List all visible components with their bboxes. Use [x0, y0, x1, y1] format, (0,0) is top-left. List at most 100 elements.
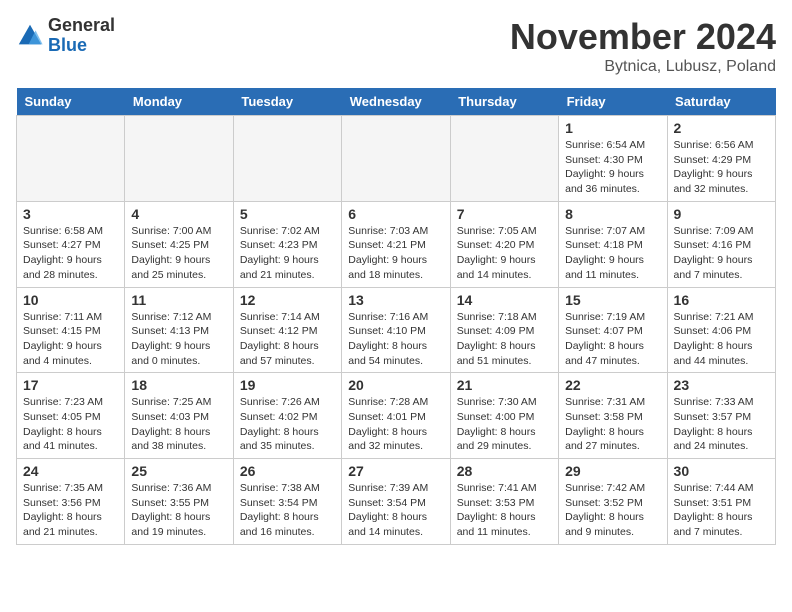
day-number: 2: [674, 120, 769, 136]
calendar-cell: 15Sunrise: 7:19 AM Sunset: 4:07 PM Dayli…: [559, 287, 667, 373]
calendar-cell: 12 Sunrise: 7:14 AM Sunset: 4:12 PM Dayli…: [233, 287, 341, 373]
calendar-cell: 27 Sunrise: 7:39 AM Sunset: 3:54 PM Dayli…: [342, 459, 450, 545]
day-number: 6: [348, 206, 443, 222]
day-info: Sunrise: 7:18 AM Sunset: 4:09 PM Dayligh…: [457, 310, 552, 369]
logo-icon: [16, 22, 44, 50]
day-of-week-header: Sunday: [17, 88, 125, 116]
calendar-cell: 2 Sunrise: 6:56 AM Sunset: 4:29 PM Daylig…: [667, 116, 775, 202]
calendar-cell: 6 Sunrise: 7:03 AM Sunset: 4:21 PM Daylig…: [342, 201, 450, 287]
day-number: 26: [240, 463, 335, 479]
day-number: 22: [565, 377, 660, 393]
day-number: 12: [240, 292, 335, 308]
calendar-cell: 4Sunrise: 7:00 AM Sunset: 4:25 PM Daylig…: [125, 201, 233, 287]
day-info: Sunrise: 7:28 AM Sunset: 4:01 PM Dayligh…: [348, 395, 443, 454]
calendar-cell: 14 Sunrise: 7:18 AM Sunset: 4:09 PM Dayli…: [450, 287, 558, 373]
day-info: Sunrise: 7:11 AM Sunset: 4:15 PM Dayligh…: [23, 310, 118, 369]
month-title: November 2024: [510, 16, 776, 58]
calendar-cell: 24Sunrise: 7:35 AM Sunset: 3:56 PM Dayli…: [17, 459, 125, 545]
day-number: 5: [240, 206, 335, 222]
day-number: 28: [457, 463, 552, 479]
day-info: Sunrise: 7:07 AM Sunset: 4:18 PM Dayligh…: [565, 224, 660, 283]
calendar-cell: [125, 116, 233, 202]
day-info: Sunrise: 7:03 AM Sunset: 4:21 PM Dayligh…: [348, 224, 443, 283]
calendar-cell: 17 Sunrise: 7:23 AM Sunset: 4:05 PM Dayli…: [17, 373, 125, 459]
calendar-cell: 25Sunrise: 7:36 AM Sunset: 3:55 PM Dayli…: [125, 459, 233, 545]
days-header-row: SundayMondayTuesdayWednesdayThursdayFrid…: [17, 88, 776, 116]
day-number: 21: [457, 377, 552, 393]
day-number: 13: [348, 292, 443, 308]
day-number: 17: [23, 377, 118, 393]
day-info: Sunrise: 7:09 AM Sunset: 4:16 PM Dayligh…: [674, 224, 769, 283]
day-number: 25: [131, 463, 226, 479]
day-info: Sunrise: 7:38 AM Sunset: 3:54 PM Dayligh…: [240, 481, 335, 540]
logo: General Blue: [16, 16, 115, 56]
day-number: 24: [23, 463, 118, 479]
calendar-cell: [342, 116, 450, 202]
day-info: Sunrise: 7:21 AM Sunset: 4:06 PM Dayligh…: [674, 310, 769, 369]
calendar-cell: 21Sunrise: 7:30 AM Sunset: 4:00 PM Dayli…: [450, 373, 558, 459]
calendar-cell: [233, 116, 341, 202]
day-number: 10: [23, 292, 118, 308]
calendar-cell: 23 Sunrise: 7:33 AM Sunset: 3:57 PM Dayli…: [667, 373, 775, 459]
calendar-cell: 7Sunrise: 7:05 AM Sunset: 4:20 PM Daylig…: [450, 201, 558, 287]
day-number: 16: [674, 292, 769, 308]
calendar-week-row: 24Sunrise: 7:35 AM Sunset: 3:56 PM Dayli…: [17, 459, 776, 545]
calendar-cell: 20 Sunrise: 7:28 AM Sunset: 4:01 PM Dayli…: [342, 373, 450, 459]
calendar-week-row: 10 Sunrise: 7:11 AM Sunset: 4:15 PM Dayli…: [17, 287, 776, 373]
day-number: 9: [674, 206, 769, 222]
calendar-table: SundayMondayTuesdayWednesdayThursdayFrid…: [16, 88, 776, 545]
day-info: Sunrise: 7:31 AM Sunset: 3:58 PM Dayligh…: [565, 395, 660, 454]
day-number: 14: [457, 292, 552, 308]
day-info: Sunrise: 6:58 AM Sunset: 4:27 PM Dayligh…: [23, 224, 118, 283]
day-number: 23: [674, 377, 769, 393]
day-number: 8: [565, 206, 660, 222]
calendar-week-row: 3 Sunrise: 6:58 AM Sunset: 4:27 PM Daylig…: [17, 201, 776, 287]
day-of-week-header: Saturday: [667, 88, 775, 116]
day-info: Sunrise: 7:05 AM Sunset: 4:20 PM Dayligh…: [457, 224, 552, 283]
day-info: Sunrise: 7:25 AM Sunset: 4:03 PM Dayligh…: [131, 395, 226, 454]
title-area: November 2024 Bytnica, Lubusz, Poland: [510, 16, 776, 76]
day-number: 19: [240, 377, 335, 393]
day-info: Sunrise: 7:23 AM Sunset: 4:05 PM Dayligh…: [23, 395, 118, 454]
calendar-cell: 1Sunrise: 6:54 AM Sunset: 4:30 PM Daylig…: [559, 116, 667, 202]
calendar-cell: 29Sunrise: 7:42 AM Sunset: 3:52 PM Dayli…: [559, 459, 667, 545]
logo-blue: Blue: [48, 35, 87, 55]
day-info: Sunrise: 7:14 AM Sunset: 4:12 PM Dayligh…: [240, 310, 335, 369]
day-number: 15: [565, 292, 660, 308]
day-info: Sunrise: 7:39 AM Sunset: 3:54 PM Dayligh…: [348, 481, 443, 540]
day-info: Sunrise: 7:41 AM Sunset: 3:53 PM Dayligh…: [457, 481, 552, 540]
calendar-cell: 18 Sunrise: 7:25 AM Sunset: 4:03 PM Dayli…: [125, 373, 233, 459]
day-info: Sunrise: 7:44 AM Sunset: 3:51 PM Dayligh…: [674, 481, 769, 540]
day-of-week-header: Monday: [125, 88, 233, 116]
day-number: 30: [674, 463, 769, 479]
calendar-week-row: 17 Sunrise: 7:23 AM Sunset: 4:05 PM Dayli…: [17, 373, 776, 459]
calendar-cell: 16 Sunrise: 7:21 AM Sunset: 4:06 PM Dayli…: [667, 287, 775, 373]
calendar-cell: [450, 116, 558, 202]
calendar-cell: 9 Sunrise: 7:09 AM Sunset: 4:16 PM Daylig…: [667, 201, 775, 287]
day-info: Sunrise: 6:56 AM Sunset: 4:29 PM Dayligh…: [674, 138, 769, 197]
day-info: Sunrise: 7:00 AM Sunset: 4:25 PM Dayligh…: [131, 224, 226, 283]
day-number: 27: [348, 463, 443, 479]
calendar-cell: 26 Sunrise: 7:38 AM Sunset: 3:54 PM Dayli…: [233, 459, 341, 545]
day-info: Sunrise: 6:54 AM Sunset: 4:30 PM Dayligh…: [565, 138, 660, 197]
header: General Blue November 2024 Bytnica, Lubu…: [16, 16, 776, 76]
day-number: 3: [23, 206, 118, 222]
location: Bytnica, Lubusz, Poland: [510, 58, 776, 76]
calendar-cell: 5 Sunrise: 7:02 AM Sunset: 4:23 PM Daylig…: [233, 201, 341, 287]
day-of-week-header: Friday: [559, 88, 667, 116]
calendar-cell: 30 Sunrise: 7:44 AM Sunset: 3:51 PM Dayli…: [667, 459, 775, 545]
logo-general: General: [48, 15, 115, 35]
calendar-cell: 22 Sunrise: 7:31 AM Sunset: 3:58 PM Dayli…: [559, 373, 667, 459]
calendar-cell: 11 Sunrise: 7:12 AM Sunset: 4:13 PM Dayli…: [125, 287, 233, 373]
day-number: 20: [348, 377, 443, 393]
day-of-week-header: Tuesday: [233, 88, 341, 116]
calendar-week-row: 1Sunrise: 6:54 AM Sunset: 4:30 PM Daylig…: [17, 116, 776, 202]
day-info: Sunrise: 7:16 AM Sunset: 4:10 PM Dayligh…: [348, 310, 443, 369]
day-number: 11: [131, 292, 226, 308]
day-info: Sunrise: 7:12 AM Sunset: 4:13 PM Dayligh…: [131, 310, 226, 369]
day-of-week-header: Wednesday: [342, 88, 450, 116]
calendar-cell: [17, 116, 125, 202]
day-info: Sunrise: 7:33 AM Sunset: 3:57 PM Dayligh…: [674, 395, 769, 454]
day-number: 18: [131, 377, 226, 393]
day-info: Sunrise: 7:02 AM Sunset: 4:23 PM Dayligh…: [240, 224, 335, 283]
